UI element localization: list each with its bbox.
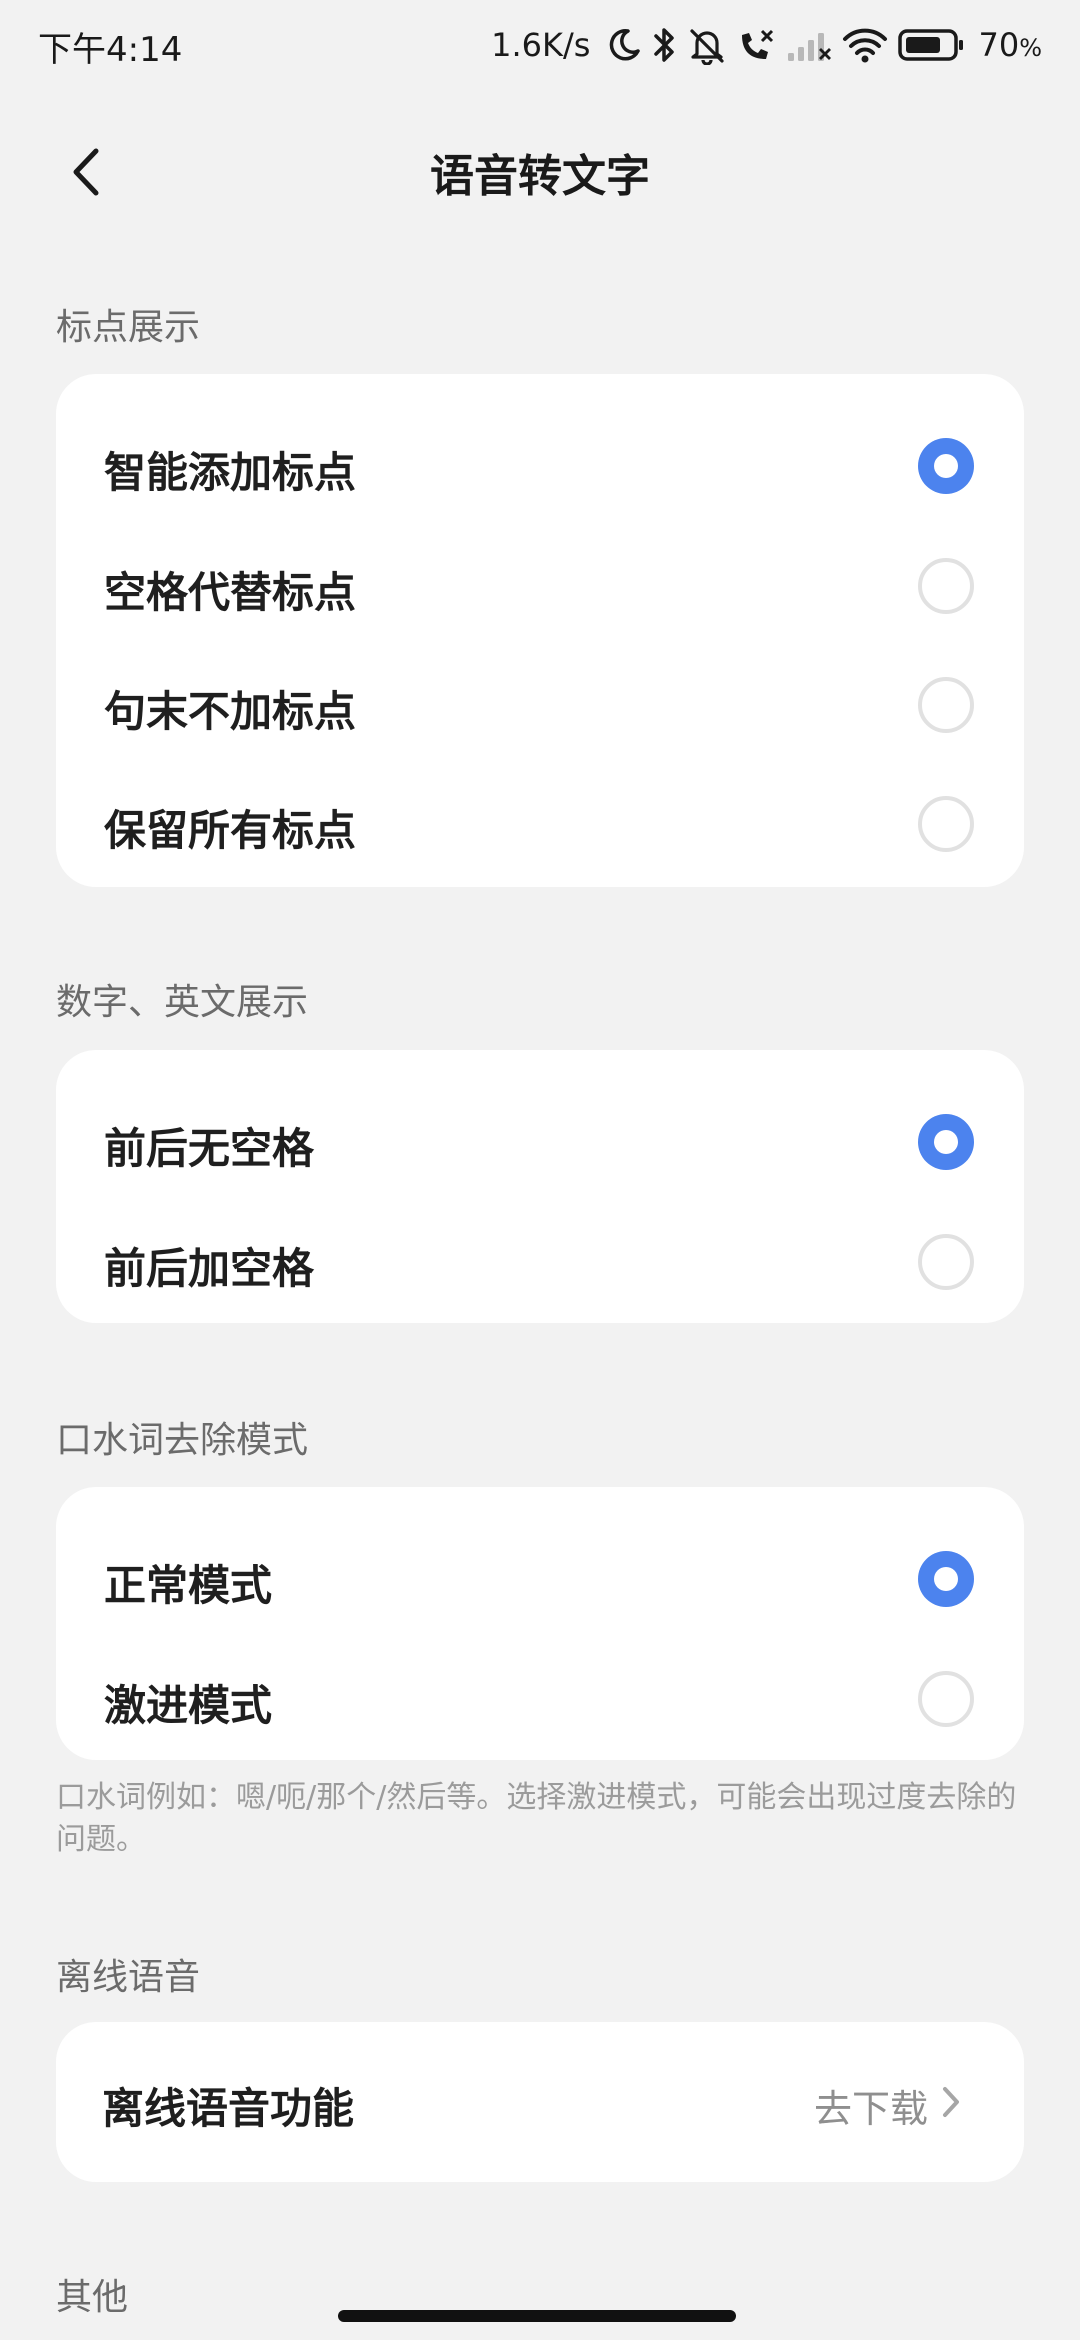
option-label: 智能添加标点 [104,448,357,497]
option-keep-all-punctuation[interactable]: 保留所有标点 [56,764,1024,884]
radio-selected[interactable] [918,1551,974,1607]
navigation-header: 语音转文字 [0,120,1080,224]
option-label: 正常模式 [104,1561,273,1610]
radio-unselected[interactable] [918,677,974,733]
mute-bell-icon [688,23,726,67]
bluetooth-icon [652,23,678,67]
battery-percentage: 70% [978,26,1042,64]
punctuation-options-card: 智能添加标点 空格代替标点 句末不加标点 保留所有标点 [56,374,1024,887]
radio-selected[interactable] [918,438,974,494]
radio-selected[interactable] [918,1114,974,1170]
option-add-spaces[interactable]: 前后加空格 [56,1202,1024,1322]
radio-unselected[interactable] [918,558,974,614]
radio-unselected[interactable] [918,1671,974,1727]
option-label: 保留所有标点 [104,806,357,855]
missed-call-icon [736,23,776,67]
page-title: 语音转文字 [430,151,650,202]
section-header-offline-voice: 离线语音 [56,1957,201,1998]
status-time: 下午4:14 [38,30,183,70]
radio-unselected[interactable] [918,796,974,852]
filler-words-hint: 口水词例如：嗯/呃/那个/然后等。选择激进模式，可能会出现过度去除的问题。 [56,1780,1017,1857]
section-header-punctuation: 标点展示 [56,307,201,348]
signal-icon [786,23,832,67]
option-label: 前后无空格 [104,1124,315,1173]
option-label: 空格代替标点 [104,568,357,617]
option-label: 句末不加标点 [104,687,357,736]
option-normal-mode[interactable]: 正常模式 [56,1519,1024,1639]
voice-to-text-settings-screen: 下午4:14 1.6K/s 70% 语音转文字 标点展示 智能添加标点 空格代替… [0,0,1080,2340]
go-download-link[interactable]: 去下载 [814,2078,928,2133]
option-label: 激进模式 [104,1681,273,1730]
offline-voice-download-row[interactable]: 离线语音功能 去下载 [56,2022,1024,2182]
option-label: 前后加空格 [104,1244,315,1293]
radio-unselected[interactable] [918,1234,974,1290]
wifi-icon [842,23,888,67]
option-smart-punctuation[interactable]: 智能添加标点 [56,406,1024,526]
offline-voice-label: 离线语音功能 [102,2084,355,2133]
home-indicator[interactable] [338,2310,736,2322]
section-header-numbers-english: 数字、英文展示 [56,982,309,1023]
battery-icon [898,23,964,67]
section-header-other: 其他 [56,2277,129,2318]
option-no-spaces[interactable]: 前后无空格 [56,1082,1024,1202]
numbers-english-options-card: 前后无空格 前后加空格 [56,1050,1024,1323]
section-header-filler-words: 口水词去除模式 [56,1420,309,1461]
moon-icon [606,23,642,67]
option-space-instead-punctuation[interactable]: 空格代替标点 [56,526,1024,646]
chevron-right-icon [943,2087,959,2117]
filler-words-options-card: 正常模式 激进模式 [56,1487,1024,1760]
offline-voice-card: 离线语音功能 去下载 [56,2022,1024,2182]
option-aggressive-mode[interactable]: 激进模式 [56,1639,1024,1759]
status-bar: 下午4:14 1.6K/s 70% [0,0,1080,90]
network-speed: 1.6K/s [491,26,591,64]
status-icons: 1.6K/s 70% [491,20,1042,70]
option-no-end-punctuation[interactable]: 句末不加标点 [56,645,1024,765]
